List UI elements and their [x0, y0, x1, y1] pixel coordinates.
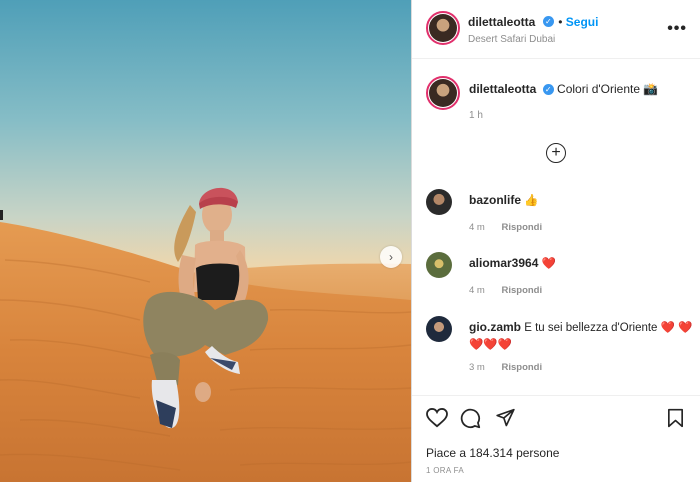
follow-button[interactable]: Segui: [566, 15, 599, 29]
comment-body: bazonlife 👍: [469, 192, 694, 210]
comment-time[interactable]: 4 m: [469, 222, 485, 233]
commenter-username[interactable]: bazonlife: [469, 193, 521, 207]
commenter-username[interactable]: aliomar3964: [469, 256, 538, 270]
comment-time[interactable]: 4 m: [469, 285, 485, 296]
comment-meta: 4 m Rispondi: [469, 285, 556, 296]
caption-text: Colori d'Oriente: [557, 82, 641, 96]
action-bar: Piace a 184.314 persone 1 ORA FA: [412, 395, 700, 483]
author-avatar[interactable]: [426, 11, 460, 45]
caption-avatar[interactable]: [426, 76, 460, 110]
post-header: dilettaleotta ✓ • Segui Desert Safari Du…: [412, 0, 700, 59]
comment-text: ❤️: [541, 258, 556, 270]
chevron-right-icon: ›: [389, 250, 393, 264]
camera-emoji: 📸: [643, 82, 659, 96]
comment-icon[interactable]: [460, 408, 481, 429]
reply-button[interactable]: Rispondi: [501, 222, 542, 233]
comment-body: aliomar3964 ❤️: [469, 255, 694, 273]
comment-time[interactable]: 3 m: [469, 362, 485, 373]
reply-button[interactable]: Rispondi: [501, 285, 542, 296]
commenter-avatar[interactable]: [426, 316, 452, 342]
commenter-username[interactable]: gio.zamb: [469, 320, 521, 334]
separator-dot: •: [558, 15, 566, 29]
share-icon[interactable]: [495, 408, 516, 428]
caption-time[interactable]: 1 h: [469, 110, 483, 121]
plus-icon: +: [551, 144, 561, 161]
bookmark-icon[interactable]: [667, 408, 684, 428]
post-location[interactable]: Desert Safari Dubai: [468, 34, 555, 45]
desert-scene: [0, 187, 411, 482]
more-options-button[interactable]: •••: [667, 20, 687, 38]
commenter-avatar[interactable]: [426, 252, 452, 278]
comment-meta: 3 m Rispondi: [469, 362, 556, 373]
next-photo-button[interactable]: ›: [380, 246, 402, 268]
author-username[interactable]: dilettaleotta: [468, 15, 535, 29]
load-more-comments-button[interactable]: +: [546, 143, 566, 163]
reply-button[interactable]: Rispondi: [501, 362, 542, 373]
previous-indicator: [0, 210, 3, 220]
verified-badge-icon: ✓: [542, 16, 554, 28]
caption: dilettaleotta ✓ Colori d'Oriente 📸: [469, 82, 658, 96]
comment-body: gio.zamb E tu sei bellezza d'Oriente ❤️ …: [469, 319, 694, 354]
verified-badge-icon: ✓: [542, 84, 554, 96]
post-panel: dilettaleotta ✓ • Segui Desert Safari Du…: [411, 0, 700, 482]
caption-username[interactable]: dilettaleotta: [469, 82, 536, 96]
heart-icon[interactable]: [426, 408, 448, 428]
comment-text: 👍: [524, 195, 539, 207]
post-time[interactable]: 1 ORA FA: [426, 466, 464, 475]
comment-meta: 4 m Rispondi: [469, 222, 556, 233]
likes-count[interactable]: Piace a 184.314 persone: [426, 446, 559, 460]
post-photo[interactable]: ›: [0, 0, 411, 482]
commenter-avatar[interactable]: [426, 189, 452, 215]
